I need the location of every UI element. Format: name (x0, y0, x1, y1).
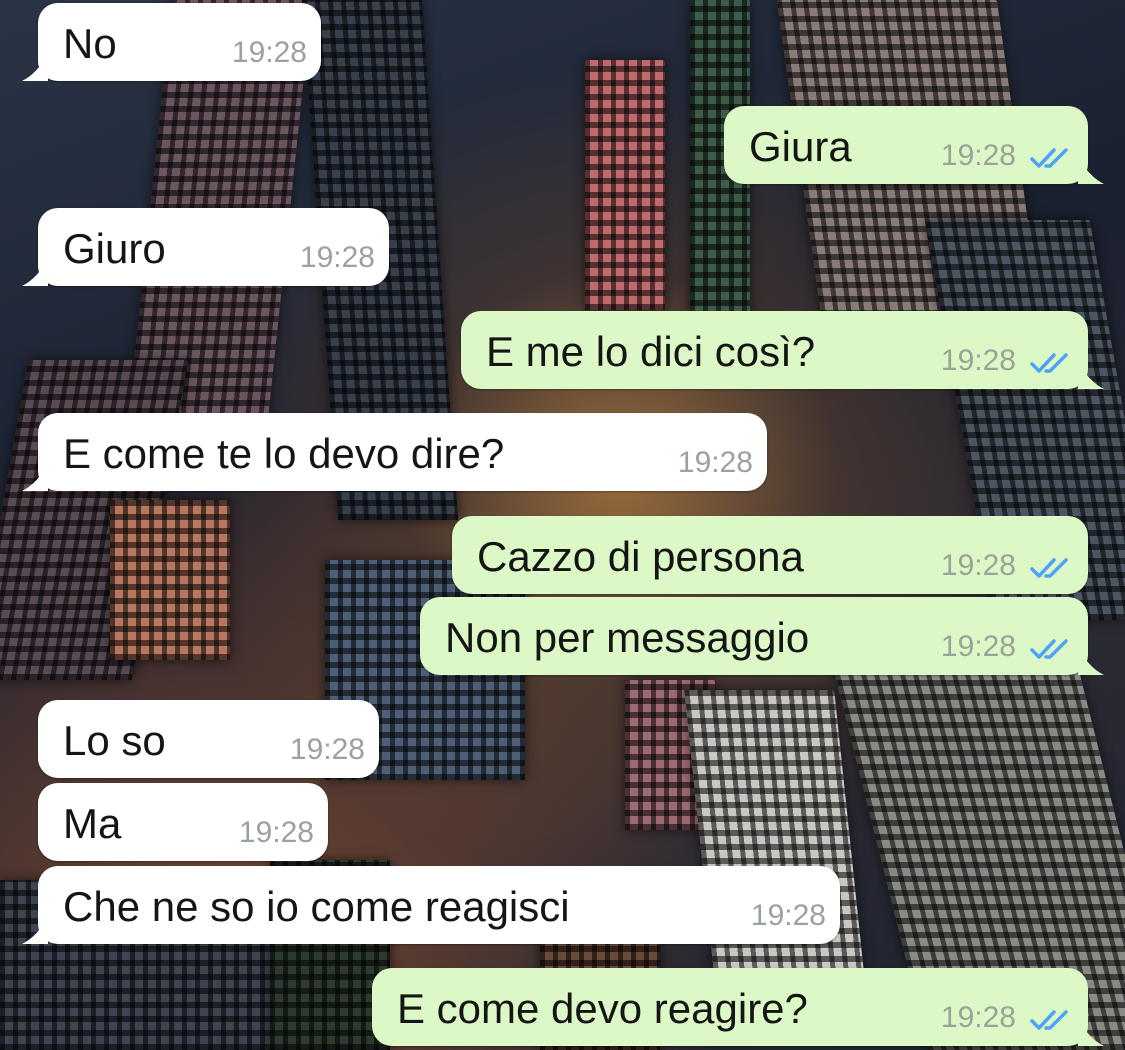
message-text: Che ne so io come reagisci (63, 883, 570, 930)
message-text: Giuro (63, 225, 166, 272)
read-receipt-icon (1030, 558, 1068, 578)
message-text: No (63, 20, 117, 67)
message-text: E come devo reagire? (397, 985, 808, 1032)
message-outgoing[interactable]: Cazzo di persona 19:28 (452, 516, 1088, 594)
message-timestamp: 19:28 (299, 241, 375, 274)
message-text: Cazzo di persona (477, 533, 804, 580)
message-timestamp: 19:28 (940, 139, 1016, 172)
message-timestamp: 19:28 (940, 630, 1016, 663)
read-receipt-icon (1030, 639, 1068, 659)
message-timestamp: 19:28 (238, 816, 314, 849)
message-outgoing[interactable]: Giura 19:28 (724, 106, 1104, 184)
message-text: E me lo dici così? (486, 328, 816, 375)
message-timestamp: 19:28 (750, 899, 826, 932)
read-receipt-icon (1030, 353, 1068, 373)
message-outgoing[interactable]: Non per messaggio 19:28 (420, 597, 1104, 675)
message-incoming[interactable]: No 19:28 (22, 3, 321, 81)
message-text: Giura (749, 123, 852, 170)
message-timestamp: 19:28 (940, 344, 1016, 377)
read-receipt-icon (1030, 148, 1068, 168)
message-outgoing[interactable]: E come devo reagire? 19:28 (372, 968, 1104, 1046)
message-text: E come te lo devo dire? (63, 430, 505, 477)
message-incoming[interactable]: E come te lo devo dire? 19:28 (22, 413, 767, 491)
message-incoming[interactable]: Giuro 19:28 (22, 208, 389, 286)
message-incoming[interactable]: Lo so 19:28 (38, 700, 379, 778)
message-list[interactable]: No 19:28 Giura 19:28 Giuro 19:28 E me lo… (0, 0, 1125, 1050)
message-text: Lo so (63, 717, 166, 764)
message-text: Ma (63, 800, 122, 847)
message-text: Non per messaggio (445, 614, 810, 661)
read-receipt-icon (1030, 1010, 1068, 1030)
message-timestamp: 19:28 (940, 1001, 1016, 1034)
message-incoming[interactable]: Che ne so io come reagisci 19:28 (22, 866, 840, 944)
message-timestamp: 19:28 (940, 549, 1016, 582)
message-timestamp: 19:28 (289, 733, 365, 766)
message-timestamp: 19:28 (231, 36, 307, 69)
message-incoming[interactable]: Ma 19:28 (38, 783, 328, 861)
message-timestamp: 19:28 (677, 446, 753, 479)
message-outgoing[interactable]: E me lo dici così? 19:28 (461, 311, 1104, 389)
